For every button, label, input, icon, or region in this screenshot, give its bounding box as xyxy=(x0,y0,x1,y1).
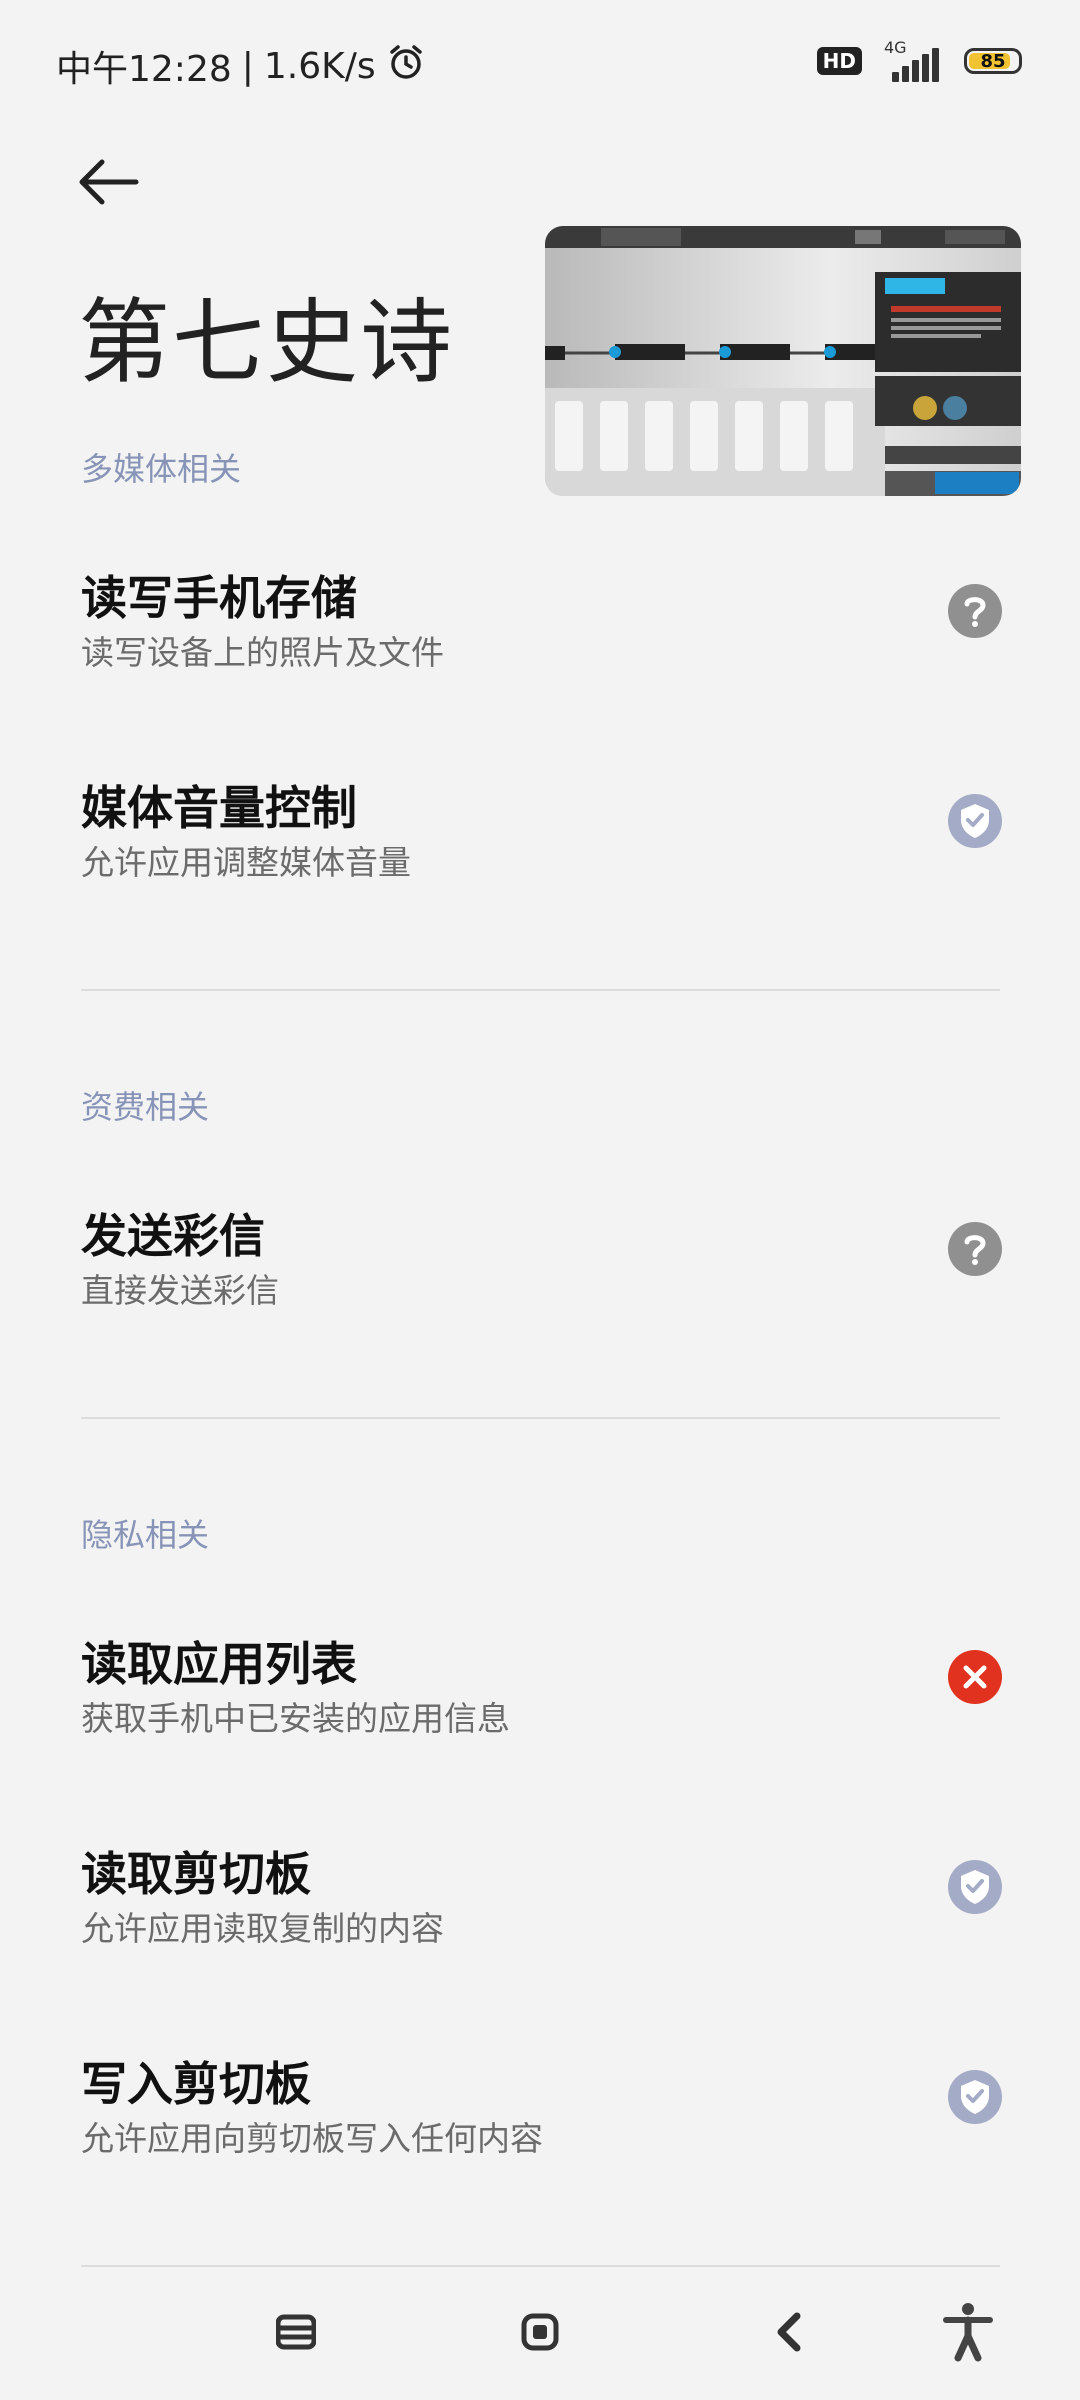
back-icon xyxy=(777,2312,801,2352)
permission-subtitle: 读写设备上的照片及文件 xyxy=(81,633,444,672)
permission-row-read-clipboard[interactable]: 读取剪切板 允许应用读取复制的内容 xyxy=(0,1838,1080,1988)
permission-row-send-mms[interactable]: 发送彩信 直接发送彩信 xyxy=(0,1200,1080,1350)
permission-row-media-volume[interactable]: 媒体音量控制 允许应用调整媒体音量 xyxy=(0,772,1080,922)
permission-subtitle: 允许应用调整媒体音量 xyxy=(81,843,411,882)
permission-title: 发送彩信 xyxy=(81,1209,265,1263)
permission-subtitle: 直接发送彩信 xyxy=(81,1271,279,1310)
status-bar-left: 中午12:28 | 1.6K/s xyxy=(56,40,426,92)
permission-title: 写入剪切板 xyxy=(81,2057,311,2111)
permission-title: 读取应用列表 xyxy=(81,1637,357,1691)
accessibility-button[interactable] xyxy=(928,2292,1008,2372)
section-divider xyxy=(81,989,1000,991)
home-icon xyxy=(521,2313,559,2351)
status-net-speed: 1.6K/s xyxy=(263,45,376,87)
check-shield-icon[interactable] xyxy=(948,1860,1002,1914)
signal-icon: 4G xyxy=(878,38,948,82)
permission-subtitle: 获取手机中已安装的应用信息 xyxy=(81,1699,510,1738)
question-circle-icon[interactable] xyxy=(948,1222,1002,1276)
permission-title: 读写手机存储 xyxy=(81,571,357,625)
check-shield-icon[interactable] xyxy=(948,2070,1002,2124)
permission-subtitle: 允许应用读取复制的内容 xyxy=(81,1909,444,1948)
section-title-privacy: 隐私相关 xyxy=(81,1516,210,1554)
battery-icon: 85 xyxy=(964,48,1022,74)
menu-icon xyxy=(276,2314,316,2350)
permission-subtitle: 允许应用向剪切板写入任何内容 xyxy=(81,2119,543,2158)
status-time: 中午12:28 xyxy=(56,49,232,90)
hd-badge: HD xyxy=(816,47,862,75)
section-divider xyxy=(81,1417,1000,1419)
app-screenshot-thumbnail xyxy=(545,226,1021,496)
accessibility-icon xyxy=(943,2303,993,2362)
permission-row-storage[interactable]: 读写手机存储 读写设备上的照片及文件 xyxy=(0,562,1080,712)
alarm-clock-icon xyxy=(386,42,426,91)
arrow-left-icon xyxy=(79,159,139,205)
nav-back-button[interactable] xyxy=(748,2292,828,2372)
question-circle-icon[interactable] xyxy=(948,584,1002,638)
permission-title: 读取剪切板 xyxy=(81,1847,311,1901)
section-divider xyxy=(81,2265,1000,2267)
status-bar-right: HD 4G 85 xyxy=(816,38,1022,82)
check-shield-icon[interactable] xyxy=(948,794,1002,848)
section-title-multimedia: 多媒体相关 xyxy=(81,450,242,488)
permission-title: 媒体音量控制 xyxy=(81,781,357,835)
back-button[interactable] xyxy=(66,140,150,224)
page-title: 第七史诗 xyxy=(78,289,455,396)
home-button[interactable] xyxy=(500,2292,580,2372)
menu-button[interactable] xyxy=(256,2292,336,2372)
close-circle-icon[interactable] xyxy=(948,1650,1002,1704)
navigation-bar xyxy=(0,2270,1080,2400)
permission-row-read-app-list[interactable]: 读取应用列表 获取手机中已安装的应用信息 xyxy=(0,1628,1080,1778)
status-separator: | xyxy=(241,45,254,87)
section-title-charges: 资费相关 xyxy=(81,1088,210,1126)
permission-row-write-clipboard[interactable]: 写入剪切板 允许应用向剪切板写入任何内容 xyxy=(0,2048,1080,2198)
battery-level: 85 xyxy=(980,50,1006,72)
